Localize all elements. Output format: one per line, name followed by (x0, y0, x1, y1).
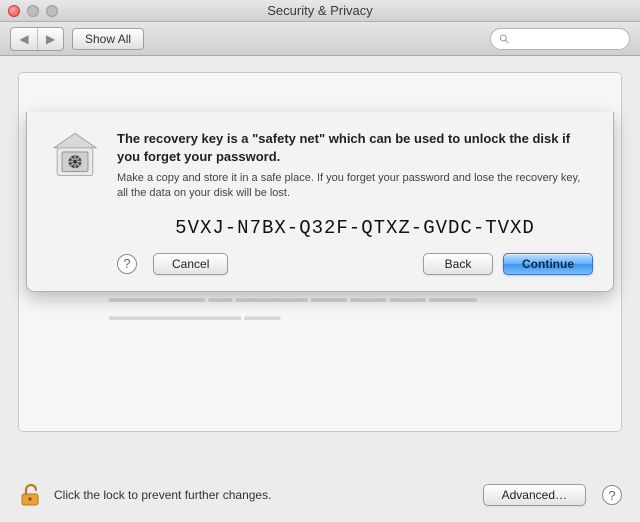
window-title: Security & Privacy (0, 3, 640, 18)
search-field[interactable] (490, 28, 630, 50)
recovery-key-value: 5VXJ-N7BX-Q32F-QTXZ-GVDC-TVXD (117, 217, 593, 239)
toolbar: ◀ ▶ Show All (0, 22, 640, 56)
lock-icon[interactable] (18, 482, 44, 508)
show-all-button[interactable]: Show All (72, 28, 144, 50)
back-step-button[interactable]: Back (423, 253, 493, 275)
advanced-button[interactable]: Advanced… (483, 484, 586, 506)
close-window-button[interactable] (8, 5, 20, 17)
safe-icon (47, 130, 103, 275)
lock-hint-text: Click the lock to prevent further change… (54, 488, 271, 502)
continue-button[interactable]: Continue (503, 253, 593, 275)
help-button[interactable]: ? (602, 485, 622, 505)
footer: Click the lock to prevent further change… (18, 482, 622, 508)
sheet-button-row: ? Cancel Back Continue (117, 253, 593, 275)
traffic-lights (8, 5, 58, 17)
cancel-button[interactable]: Cancel (153, 253, 228, 275)
sheet-heading: The recovery key is a "safety net" which… (117, 130, 593, 165)
window-titlebar: Security & Privacy (0, 0, 640, 22)
nav-segmented: ◀ ▶ (10, 27, 64, 51)
forward-button[interactable]: ▶ (37, 28, 63, 50)
search-input[interactable] (514, 32, 621, 46)
main-content: Turn On FileVault ▬▬▬▬▬ ▬▬▬ ▬▬▬▬ ▬▬▬ ▬▬▬… (0, 56, 640, 522)
sheet-help-button[interactable]: ? (117, 254, 137, 274)
zoom-window-button[interactable] (46, 5, 58, 17)
search-icon (499, 33, 510, 45)
sheet-body: The recovery key is a "safety net" which… (117, 130, 593, 275)
minimize-window-button[interactable] (27, 5, 39, 17)
recovery-key-sheet: The recovery key is a "safety net" which… (26, 112, 614, 292)
sheet-subtext: Make a copy and store it in a safe place… (117, 171, 593, 201)
back-button[interactable]: ◀ (11, 28, 37, 50)
